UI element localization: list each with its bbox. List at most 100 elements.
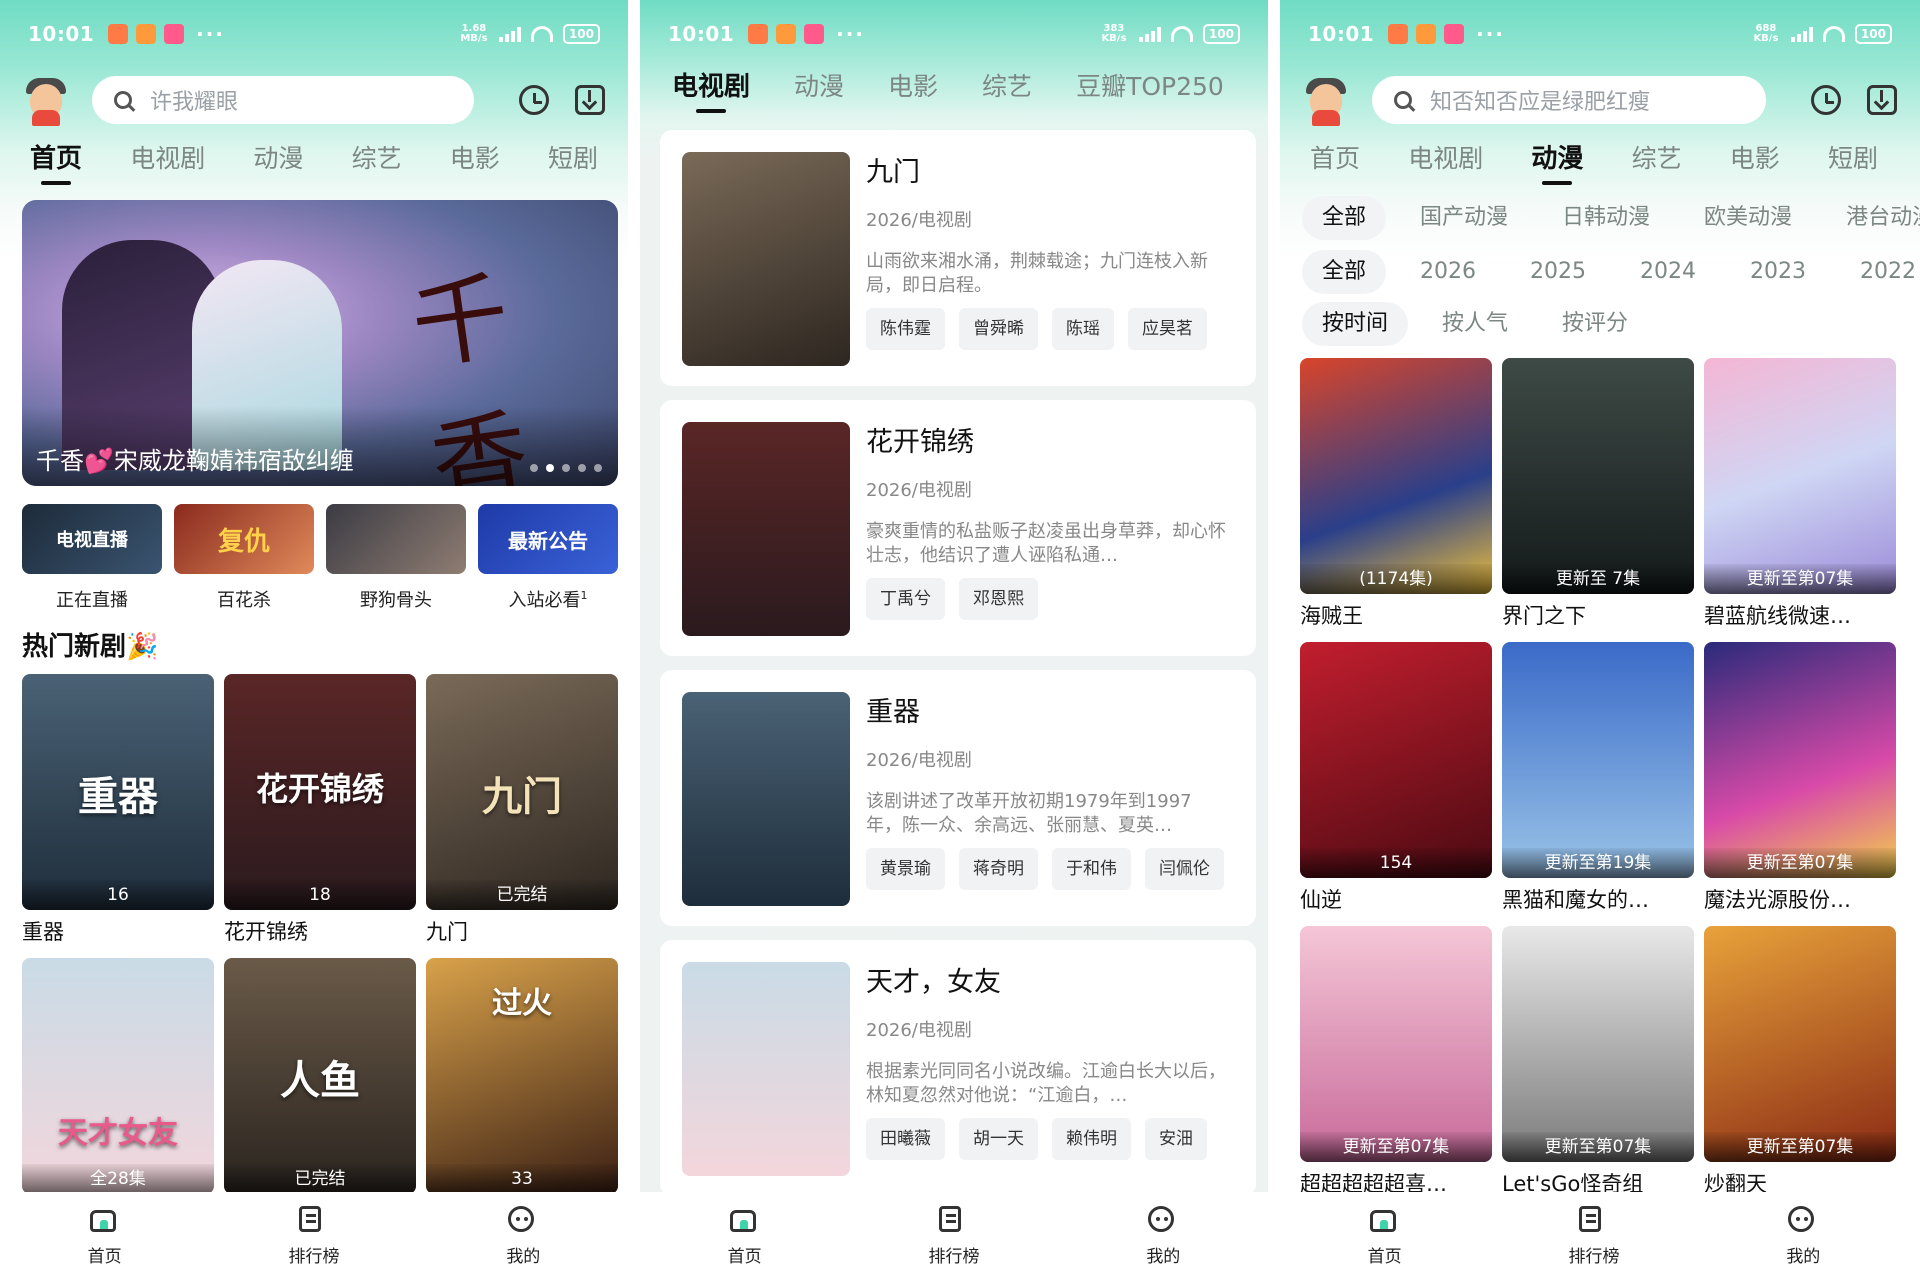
anime-card[interactable]: (1174集) 海贼王 [1300,358,1492,630]
tab-anime[interactable]: 动漫 [794,67,844,113]
anime-card[interactable]: 更新至第07集 魔法光源股份… [1704,642,1896,914]
poster-art-title: 人鱼 [280,1057,360,1104]
filter-chip[interactable]: 港台动漫 [1826,196,1920,240]
cast-chip[interactable]: 于和伟 [1052,848,1131,890]
filter-chip[interactable]: 欧美动漫 [1684,196,1812,240]
cast-chip[interactable]: 黄景瑜 [866,848,945,890]
history-button[interactable] [1808,82,1844,118]
filter-chip[interactable]: 日韩动漫 [1542,196,1670,240]
app-icon [164,24,185,44]
filter-chip[interactable]: 按评分 [1542,302,1648,346]
quick-live[interactable]: 电视直播 正在直播 [22,504,162,612]
hero-banner[interactable]: 千香 千香💕宋威龙鞠婧祎宿敌纠缠 [22,200,618,486]
tab-movie[interactable]: 电影 [450,139,500,185]
cast-chip[interactable]: 曾舜晞 [959,308,1038,350]
cast-chip[interactable]: 应昊茗 [1128,308,1207,350]
anime-card[interactable]: 更新至第07集 碧蓝航线微速… [1704,358,1896,630]
cast-chip[interactable]: 丁禹兮 [866,578,945,620]
avatar[interactable] [1300,74,1352,126]
poster: 更新至第07集 [1502,926,1694,1162]
filter-chip[interactable]: 全部 [1302,196,1387,240]
cast-chip[interactable]: 蒋奇明 [959,848,1038,890]
anime-card[interactable]: 更新至第07集 Let'sGo怪奇组 [1502,926,1694,1198]
nav-home[interactable]: 首页 [695,1206,795,1267]
quick-yegougutou[interactable]: 野狗骨头 [326,504,466,612]
list-item[interactable]: 重器 2026/电视剧 该剧讲述了改革开放初期1979年到1997年，陈一众、余… [660,670,1256,926]
poster [682,692,850,906]
history-button[interactable] [516,82,552,118]
poster: 人鱼 已完结 [224,958,416,1194]
tab-home[interactable]: 首页 [1310,139,1360,185]
cast-chip[interactable]: 闫佩伦 [1145,848,1224,890]
anime-card[interactable]: 154 仙逆 [1300,642,1492,914]
drama-card[interactable]: 九门 已完结 九门 [426,674,618,946]
filter-chip[interactable]: 2024 [1620,250,1716,294]
download-button[interactable] [1864,82,1900,118]
filter-chip[interactable]: 2025 [1510,250,1606,294]
nav-rank[interactable]: 排行榜 [1544,1205,1644,1267]
nav-mine[interactable]: 我的 [1753,1205,1853,1267]
anime-card[interactable]: 更新至第07集 炒翻天 [1704,926,1896,1198]
drama-card[interactable]: 重器 16 重器 [22,674,214,946]
episode-badge: 更新至第07集 [1300,1132,1492,1162]
tab-variety[interactable]: 综艺 [352,139,402,185]
tab-tv[interactable]: 电视剧 [672,66,750,113]
drama-card[interactable]: 过火 33 [426,958,618,1194]
episode-badge: 16 [22,880,214,910]
anime-card[interactable]: 更新至 7集 界门之下 [1502,358,1694,630]
tab-anime[interactable]: 动漫 [253,139,303,185]
list-item[interactable]: 九门 2026/电视剧 山雨欲来湘水涌，荆棘载途；九门连枝入新局，即日启程。 陈… [660,130,1256,386]
search-input[interactable]: 知否知否应是绿肥红瘦 [1372,76,1766,124]
tab-home[interactable]: 首页 [30,138,82,185]
list-item[interactable]: 天才，女友 2026/电视剧 根据素光同同名小说改编。江逾白长大以后，林知夏忽然… [660,940,1256,1196]
nav-mine[interactable]: 我的 [1113,1205,1213,1267]
drama-card[interactable]: 天才女友 全28集 [22,958,214,1194]
nav-home[interactable]: 首页 [1335,1206,1435,1267]
tab-tv[interactable]: 电视剧 [130,139,205,185]
tab-douban-top250[interactable]: 豆瓣TOP250 [1076,67,1224,113]
cast-chip[interactable]: 胡一天 [959,1118,1038,1160]
cast-chip[interactable]: 田曦薇 [866,1118,945,1160]
tab-variety[interactable]: 综艺 [1632,139,1682,185]
tab-anime[interactable]: 动漫 [1531,138,1583,185]
filter-chip[interactable]: 按时间 [1302,302,1409,346]
filter-chip[interactable]: 2022 [1840,250,1920,294]
quick-notice[interactable]: 最新公告 入站必看1 [478,504,618,612]
download-button[interactable] [572,82,608,118]
nav-rank[interactable]: 排行榜 [904,1205,1004,1267]
item-title: 重器 [866,697,920,728]
tab-tv[interactable]: 电视剧 [1408,139,1483,185]
tab-variety[interactable]: 综艺 [982,67,1032,113]
nav-rank[interactable]: 排行榜 [264,1205,364,1267]
poster: 更新至第07集 [1300,926,1492,1162]
anime-card[interactable]: 更新至第07集 超超超超超喜… [1300,926,1492,1198]
status-bar: 10:01 ··· 383 KB/s 100 [640,14,1268,54]
anime-card[interactable]: 更新至第19集 黑猫和魔女的… [1502,642,1694,914]
list-item[interactable]: 花开锦绣 2026/电视剧 豪爽重情的私盐贩子赵凌虽出身草莽，却心怀壮志，他结识… [660,400,1256,656]
search-input[interactable]: 许我耀眼 [92,76,474,124]
filter-chip[interactable]: 全部 [1302,250,1387,294]
tab-movie[interactable]: 电影 [888,67,938,113]
tab-short[interactable]: 短剧 [548,139,598,185]
bottom-nav: 首页 排行榜 我的 [1280,1192,1908,1280]
nav-home[interactable]: 首页 [55,1206,155,1267]
nav-mine[interactable]: 我的 [473,1205,573,1267]
category-tabs: 首页 电视剧 动漫 综艺 电影 短剧 [0,138,628,185]
cast-chip[interactable]: 陈伟霆 [866,308,945,350]
category-tabs: 首页 电视剧 动漫 综艺 电影 短剧 [1280,138,1908,185]
filter-chip[interactable]: 国产动漫 [1400,196,1528,240]
drama-card[interactable]: 人鱼 已完结 [224,958,416,1194]
tab-movie[interactable]: 电影 [1730,139,1780,185]
filter-chip[interactable]: 2023 [1730,250,1826,294]
cast-chip[interactable]: 邓恩熙 [959,578,1038,620]
filter-chip[interactable]: 2026 [1400,250,1496,294]
filter-chip[interactable]: 按人气 [1422,302,1528,346]
status-time: 10:01 [28,22,95,46]
quick-baihuasha[interactable]: 复仇 百花杀 [174,504,314,612]
drama-card[interactable]: 花开锦绣 18 花开锦绣 [224,674,416,946]
cast-chip[interactable]: 陈瑶 [1052,308,1114,350]
tab-short[interactable]: 短剧 [1828,139,1878,185]
cast-chip[interactable]: 赖伟明 [1052,1118,1131,1160]
cast-chip[interactable]: 安沺 [1145,1118,1207,1160]
avatar[interactable] [20,74,72,126]
